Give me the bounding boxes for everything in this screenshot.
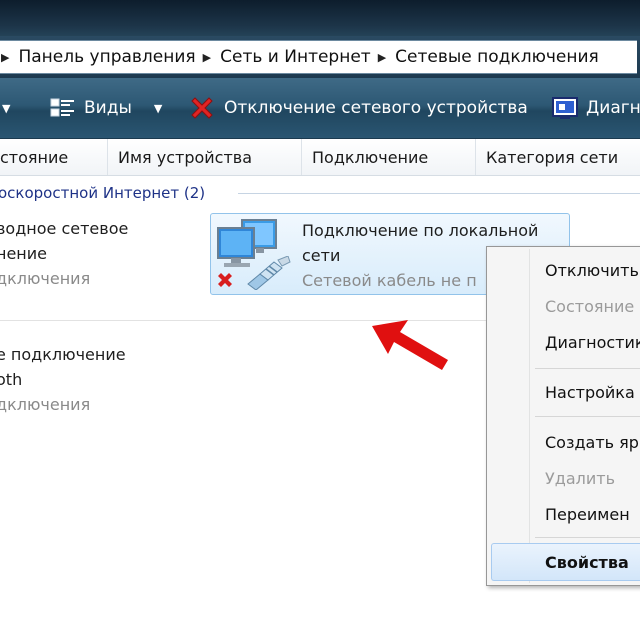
column-label: Категория сети [486, 147, 619, 167]
ethernet-plug-icon [247, 256, 291, 290]
menu-separator [535, 537, 640, 538]
menu-label: Состояние [545, 297, 635, 316]
views-button[interactable]: Виды ▼ [50, 78, 162, 138]
chevron-right-icon[interactable]: ▶ [203, 51, 211, 64]
column-header-network-category[interactable]: Категория сети [476, 139, 640, 175]
item-name: водное сетевое [0, 219, 129, 238]
column-label: стояние [0, 147, 69, 167]
column-label: Подключение [312, 147, 429, 167]
column-header-connection[interactable]: Подключение [302, 139, 476, 175]
item-status: дключения [0, 269, 91, 288]
column-header-device-name[interactable]: Имя устройства [108, 139, 302, 175]
menu-separator [535, 368, 640, 369]
item-name: е подключение [0, 345, 126, 364]
menu-item-settings[interactable]: Настройка [545, 383, 635, 402]
menu-item-status: Состояние [545, 297, 634, 316]
breadcrumb-item-network-internet[interactable]: ▶ Сеть и Интернет [196, 47, 371, 67]
list-item-bluetooth[interactable]: е подключение oth дключения [0, 342, 126, 417]
diagnose-icon [552, 97, 578, 119]
breadcrumb-label: Сетевые подключения [395, 47, 599, 67]
menu-label: Переимен [545, 505, 630, 524]
diagnose-label: Диагн [586, 98, 640, 118]
chevron-right-icon[interactable]: ▶ [1, 51, 9, 64]
item-status: дключения [0, 395, 91, 414]
menu-item-rename[interactable]: Переимен [545, 505, 630, 524]
column-label: Имя устройства [118, 147, 253, 167]
breadcrumb-item-network-connections[interactable]: ▶ Сетевые подключения [371, 47, 599, 67]
menu-item-diagnostics[interactable]: Диагностика [545, 333, 640, 352]
breadcrumb-label: Панель управления [18, 47, 196, 67]
red-arrow [372, 320, 448, 370]
command-toolbar: ▼ Виды ▼ Отключение сетевого устройства … [0, 78, 640, 139]
menu-gutter [529, 249, 530, 583]
disable-device-label: Отключение сетевого устройства [224, 98, 528, 118]
group-title[interactable]: оскоростной Интернет (2) [0, 184, 205, 202]
item-name: oth [0, 370, 23, 389]
menu-label: Настройка [545, 383, 635, 402]
menu-label: Свойства [545, 553, 629, 572]
views-icon [50, 98, 74, 117]
organize-dropdown[interactable]: ▼ [2, 78, 10, 138]
chevron-down-icon[interactable]: ▼ [154, 102, 162, 115]
menu-label: Удалить [545, 469, 615, 488]
menu-item-disable[interactable]: Отключить [545, 261, 639, 280]
column-header-status[interactable]: стояние [0, 139, 108, 175]
item-name: Подключение по локальной [302, 221, 539, 240]
breadcrumb-label: Сеть и Интернет [220, 47, 371, 67]
chevron-right-icon[interactable]: ▶ [378, 51, 386, 64]
views-label: Виды [84, 98, 132, 118]
menu-item-delete: Удалить [545, 469, 615, 488]
breadcrumb[interactable]: ▶ Панель управления ▶ Сеть и Интернет ▶ … [0, 40, 637, 74]
diagnose-button[interactable]: Диагн [552, 78, 640, 138]
group-divider [238, 193, 640, 194]
window-bottom [0, 592, 640, 640]
menu-label: Создать яр [545, 433, 639, 452]
window-title-bar [0, 0, 640, 36]
menu-item-properties[interactable]: Свойства [545, 553, 629, 572]
menu-separator [535, 416, 640, 417]
red-x-icon [191, 97, 213, 119]
red-x-icon [218, 273, 232, 287]
menu-item-create-shortcut[interactable]: Создать яр [545, 433, 639, 452]
breadcrumb-item-control-panel[interactable]: ▶ Панель управления [0, 47, 196, 67]
item-name: нение [0, 244, 48, 263]
chevron-down-icon: ▼ [2, 101, 11, 115]
disable-device-button[interactable]: Отключение сетевого устройства [188, 78, 528, 138]
context-menu: Отключить Состояние Диагностика Настройк… [486, 246, 640, 586]
menu-label: Диагностика [545, 333, 640, 352]
list-item[interactable]: водное сетевое нение дключения [0, 216, 128, 291]
column-headers: стояние Имя устройства Подключение Катег… [0, 139, 640, 176]
menu-label: Отключить [545, 261, 639, 280]
